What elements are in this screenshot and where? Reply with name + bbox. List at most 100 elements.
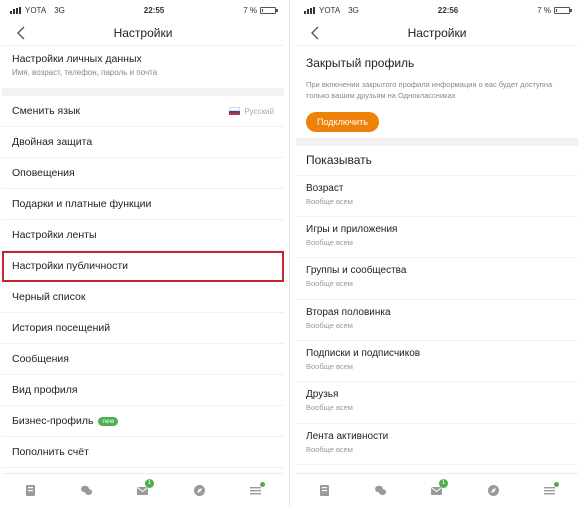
visibility-item-value: Вообще всем (306, 238, 353, 248)
settings-item-top-up[interactable]: Пополнить счёт (2, 437, 284, 468)
back-button[interactable] (12, 24, 30, 42)
russian-flag-icon (229, 107, 241, 115)
tab-discussions[interactable] (366, 477, 396, 505)
status-bar: YOTA 3G 22:55 7 % (2, 0, 284, 20)
chevron-left-icon (17, 26, 25, 40)
settings-item-messages[interactable]: Сообщения (2, 344, 284, 375)
tab-menu[interactable] (241, 477, 271, 505)
tab-menu[interactable] (535, 477, 565, 505)
visibility-item-label: Друзья (306, 389, 339, 401)
carrier-label: YOTA (25, 5, 47, 15)
visibility-item-games[interactable]: Игры и приложения Вообще всем (296, 217, 578, 259)
chevron-left-icon (311, 26, 319, 40)
settings-item-two-factor[interactable]: Двойная защита (2, 127, 284, 158)
settings-item-label: Двойная защита (12, 136, 93, 148)
settings-item-visit-history[interactable]: История посещений (2, 313, 284, 344)
personal-data-subtitle: Имя, возраст, телефон, пароль и почта (12, 68, 158, 77)
battery-icon (554, 6, 572, 14)
visibility-item-value: Вообще всем (306, 361, 353, 371)
tab-discover[interactable] (184, 477, 214, 505)
carrier-label: YOTA (319, 5, 341, 15)
visibility-item-label: Группы и сообщества (306, 265, 407, 277)
tab-bar: 1 (296, 473, 578, 507)
menu-notification-dot (259, 481, 265, 487)
feed-icon (319, 485, 329, 496)
visibility-item-age[interactable]: Возраст Вообще всем (296, 176, 578, 218)
visibility-item-value: Вообще всем (306, 444, 353, 454)
status-bar: YOTA 3G 22:56 7 % (296, 0, 578, 20)
visibility-item-subscriptions[interactable]: Подписки и подписчиков Вообще всем (296, 341, 578, 383)
page-title: Настройки (113, 25, 173, 40)
settings-item-business-profile[interactable]: Бизнес-профиль new (2, 406, 284, 437)
private-profile-description: При включении закрытого профиля информац… (306, 80, 553, 100)
nav-bar: Настройки (2, 20, 284, 46)
private-profile-title: Закрытый профиль (306, 56, 415, 70)
connect-button[interactable]: Подключить (306, 111, 379, 132)
settings-item-label: Пополнить счёт (12, 446, 89, 458)
visibility-item-groups[interactable]: Группы и сообщества Вообще всем (296, 258, 578, 300)
settings-item-profile-view[interactable]: Вид профиля (2, 375, 284, 406)
settings-item-label: Настройки ленты (12, 229, 97, 241)
settings-item-feed[interactable]: Настройки ленты (2, 220, 284, 251)
settings-item-label: Бизнес-профиль (12, 415, 94, 427)
settings-item-label: История посещений (12, 322, 111, 334)
back-button[interactable] (306, 24, 324, 42)
visibility-item-partner[interactable]: Вторая половинка Вообще всем (296, 300, 578, 341)
battery-icon (260, 6, 278, 14)
new-badge: new (98, 416, 119, 426)
settings-item-publicity[interactable]: Настройки публичности (2, 251, 284, 282)
visibility-item-value: Вообще всем (306, 196, 353, 206)
visibility-item-label: Вторая половинка (306, 306, 391, 318)
visibility-item-value: Вообще всем (306, 403, 353, 413)
visibility-item-label: Лента активности (306, 430, 389, 442)
tab-bar: 1 (2, 473, 284, 507)
discover-icon (193, 485, 205, 496)
nav-bar: Настройки (296, 20, 578, 46)
private-profile-section: Закрытый профиль При включении закрытого… (296, 46, 578, 138)
discover-icon (487, 485, 499, 496)
personal-data-title: Настройки личных данных (12, 53, 142, 65)
network-label: 3G (348, 5, 359, 15)
publicity-settings-screen: YOTA 3G 22:56 7 % Настройки Закрытый про… (296, 0, 578, 507)
tab-discussions[interactable] (72, 477, 102, 505)
tab-messages[interactable]: 1 (128, 477, 158, 505)
section-divider (2, 88, 284, 96)
battery-percent: 7 % (537, 5, 551, 15)
signal-icon (304, 6, 315, 14)
settings-item-label: Черный список (12, 291, 86, 303)
settings-item-gifts[interactable]: Подарки и платные функции (2, 189, 284, 220)
feed-icon (25, 485, 35, 496)
visibility-item-value: Вообще всем (306, 279, 353, 289)
visibility-item-friends[interactable]: Друзья Вообще всем (296, 382, 578, 424)
tab-discover[interactable] (478, 477, 508, 505)
settings-item-notifications[interactable]: Оповещения (2, 158, 284, 189)
settings-item-label: Вид профиля (12, 384, 78, 396)
tab-messages[interactable]: 1 (422, 477, 452, 505)
settings-item-label: Подарки и платные функции (12, 198, 152, 210)
page-title: Настройки (407, 25, 467, 40)
language-value: Русский (244, 106, 274, 116)
settings-screen: YOTA 3G 22:55 7 % Настройки Настройки ли… (2, 0, 284, 507)
settings-item-blacklist[interactable]: Черный список (2, 282, 284, 313)
settings-item-label: Сменить язык (12, 105, 81, 117)
show-section-header: Показывать (296, 146, 578, 176)
visibility-item-label: Игры и приложения (306, 224, 398, 236)
network-label: 3G (54, 5, 65, 15)
tab-feed[interactable] (309, 477, 339, 505)
settings-item-language[interactable]: Сменить язык Русский (2, 96, 284, 127)
settings-item-label: Настройки публичности (12, 260, 129, 272)
signal-icon (10, 6, 21, 14)
messages-count-badge: 1 (144, 478, 154, 488)
settings-item-label: Сообщения (12, 353, 69, 365)
battery-percent: 7 % (243, 5, 257, 15)
settings-item-label: Оповещения (12, 167, 75, 179)
visibility-item-label: Подписки и подписчиков (306, 347, 421, 359)
chat-bubbles-icon (81, 485, 93, 495)
chat-bubbles-icon (375, 485, 387, 495)
tab-feed[interactable] (15, 477, 45, 505)
menu-notification-dot (553, 481, 559, 487)
visibility-item-activity-feed[interactable]: Лента активности Вообще всем (296, 424, 578, 465)
personal-data-settings[interactable]: Настройки личных данных Имя, возраст, те… (2, 46, 284, 88)
clock: 22:55 (143, 5, 165, 15)
screens-divider (289, 0, 290, 507)
